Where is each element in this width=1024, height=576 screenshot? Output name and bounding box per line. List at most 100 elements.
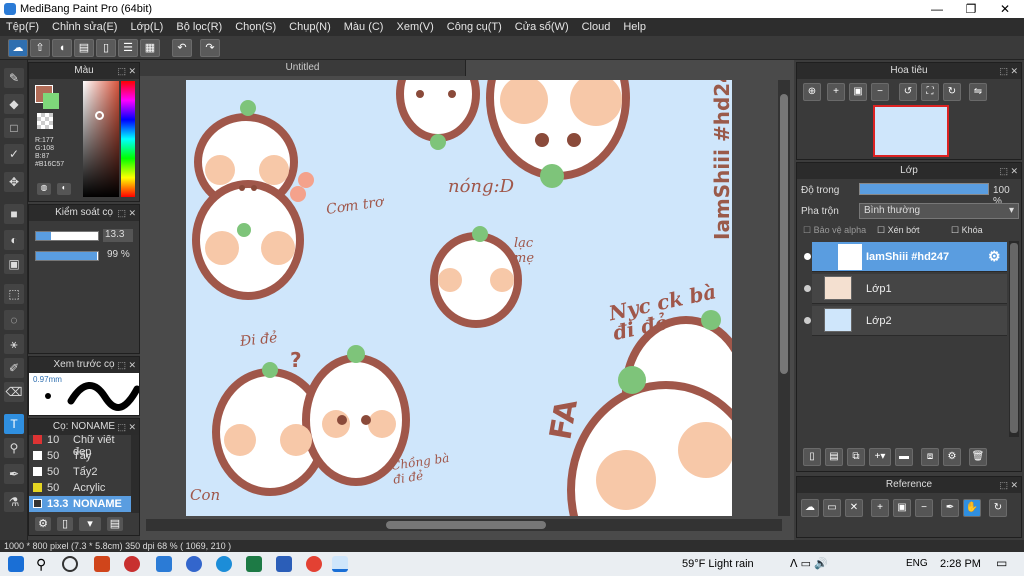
merge-layer-icon[interactable]: ⧈ [921, 448, 939, 466]
brush-size-slider[interactable] [35, 231, 99, 241]
magic-wand-icon[interactable]: ⚹ [4, 334, 24, 354]
excel-icon[interactable] [246, 556, 262, 572]
menu-snap[interactable]: Chụp(N) [289, 21, 331, 33]
tray-icons[interactable]: ᐱ ▭ 🔊 [790, 557, 828, 570]
menu-select[interactable]: Chọn(S) [235, 21, 276, 33]
blend-mode-select[interactable]: Bình thường ▾ [859, 203, 1019, 219]
brush-item[interactable]: 50 Tẩy [29, 448, 131, 464]
brush-item[interactable]: 50 Acrylic [29, 480, 131, 496]
lasso-tool-icon[interactable]: ◌ [4, 310, 24, 330]
chrome-icon[interactable] [306, 556, 322, 572]
visibility-eye-icon[interactable] [804, 317, 811, 324]
task-view-icon[interactable] [62, 556, 78, 572]
language-indicator[interactable]: ENG [906, 558, 928, 569]
duplicate-layer-icon[interactable]: ⧉ [847, 448, 865, 466]
artboard[interactable]: Cơm trơ nóng:D lạc mẹ Đi đẻ ? Nyc ck bà … [186, 80, 732, 516]
rotate-right-icon[interactable]: ↻ [943, 83, 961, 101]
weather-widget[interactable]: 59°F Light rain [682, 558, 754, 570]
reference-cloud-icon[interactable]: ☁ [801, 499, 819, 517]
menu-tools[interactable]: Công cụ(T) [447, 21, 502, 33]
menu-edit[interactable]: Chỉnh sửa(E) [52, 21, 117, 33]
eyedropper-tool-icon[interactable]: ⚗ [4, 492, 24, 512]
cloud-icon[interactable]: ☁ [8, 39, 28, 57]
hue-slider[interactable] [121, 81, 135, 197]
clock[interactable]: 2:28 PM [940, 558, 981, 570]
menu-file[interactable]: Tệp(F) [6, 21, 39, 33]
document-icon[interactable]: ▯ [96, 39, 116, 57]
palette-icon[interactable]: ◍ [37, 183, 51, 195]
minimize-button[interactable]: — [920, 0, 954, 18]
restore-button[interactable]: ❐ [954, 0, 988, 18]
reference-zoom-out-icon[interactable]: − [915, 499, 933, 517]
search-icon[interactable]: ⚲ [36, 556, 52, 572]
menu-layer[interactable]: Lớp(L) [130, 21, 163, 33]
reference-dropper-icon[interactable]: ✒ [941, 499, 959, 517]
app-icon-red[interactable] [124, 556, 140, 572]
menu-window[interactable]: Cửa sổ(W) [515, 21, 569, 33]
comment-icon[interactable]: ▤ [74, 39, 94, 57]
fill-rect-tool-icon[interactable]: ■ [4, 204, 24, 224]
brush-tool-icon[interactable]: ✎ [4, 68, 24, 88]
chat-icon[interactable]: ◖ [52, 39, 72, 57]
rotate-left-icon[interactable]: ↺ [899, 83, 917, 101]
powerpoint-icon[interactable] [94, 556, 110, 572]
zoom-fit-icon[interactable]: ⊕ [803, 83, 821, 101]
operation-tool-icon[interactable]: ⚲ [4, 438, 24, 458]
document-tab[interactable]: Untitled [140, 60, 466, 76]
add-brush-icon[interactable]: ▾ [79, 517, 101, 531]
zoom-in-icon[interactable]: + [827, 83, 845, 101]
new-layer-icon[interactable]: ▯ [803, 448, 821, 466]
visibility-eye-icon[interactable] [804, 253, 811, 260]
navigator-thumbnail[interactable] [873, 105, 949, 157]
brush-size-value[interactable]: 13.3 [103, 229, 133, 242]
protect-alpha-checkbox[interactable]: ☐ Bảo vệ alpha [803, 225, 866, 236]
layer-settings-icon[interactable]: ⚙ [943, 448, 961, 466]
secondary-color-swatch[interactable] [43, 93, 59, 109]
grid-icon[interactable]: ▦ [140, 39, 160, 57]
new-halftone-layer-icon[interactable]: ▤ [825, 448, 843, 466]
word-icon[interactable] [276, 556, 292, 572]
reference-zoom-in-icon[interactable]: + [871, 499, 889, 517]
color-wheel-icon[interactable]: ◐ [57, 183, 71, 195]
fit-screen-icon[interactable]: ▣ [849, 83, 867, 101]
lock-checkbox[interactable]: ☐ Khóa [951, 225, 983, 236]
visibility-eye-icon[interactable] [804, 285, 811, 292]
select-tool-icon[interactable]: ⬚ [4, 284, 24, 304]
menu-color[interactable]: Màu (C) [344, 21, 384, 33]
layer-opacity-slider[interactable] [859, 183, 989, 195]
brush-item[interactable]: 50 Tẩy2 [29, 464, 131, 480]
folder-icon[interactable]: ▬ [895, 448, 913, 466]
layer-row[interactable]: IamShiii #hd247 ⚙ [804, 242, 1007, 272]
saturation-box[interactable] [83, 81, 119, 197]
edge-icon[interactable] [186, 556, 202, 572]
brush-props-icon[interactable]: ▤ [107, 517, 123, 531]
layer-list-scrollbar[interactable] [1009, 241, 1019, 437]
reference-rotate-icon[interactable]: ↻ [989, 499, 1007, 517]
menu-help[interactable]: Help [623, 21, 646, 33]
monitor-icon[interactable] [156, 556, 172, 572]
transparent-swatch[interactable] [37, 113, 53, 129]
medibang-taskbar-icon[interactable] [332, 556, 348, 572]
notification-icon[interactable]: ▭ [996, 556, 1007, 570]
eraser-tool-icon[interactable]: ◆ [4, 94, 24, 114]
pen-tool-icon[interactable]: ✓ [4, 144, 24, 164]
bucket-tool-icon[interactable]: ◐ [4, 230, 24, 250]
select-pen-icon[interactable]: ✐ [4, 358, 24, 378]
delete-layer-icon[interactable]: 🗑 [969, 448, 987, 466]
flip-icon[interactable]: ⇋ [969, 83, 987, 101]
redo-icon[interactable]: ↷ [200, 39, 220, 57]
text-tool-icon[interactable]: T [4, 414, 24, 434]
select-eraser-icon[interactable]: ⌫ [4, 382, 24, 402]
brush-opacity-slider[interactable] [35, 251, 99, 261]
brush-settings-icon[interactable]: ⚙ [35, 517, 51, 531]
upload-icon[interactable]: ⇧ [30, 39, 50, 57]
rect-tool-icon[interactable]: □ [4, 118, 24, 138]
list-icon[interactable]: ☰ [118, 39, 138, 57]
start-icon[interactable] [8, 556, 24, 572]
reference-fit-icon[interactable]: ▣ [893, 499, 911, 517]
new-brush-icon[interactable]: ▯ [57, 517, 73, 531]
clipping-checkbox[interactable]: ☐ Xén bớt [877, 225, 920, 236]
reference-open-icon[interactable]: ▭ [823, 499, 841, 517]
close-button[interactable]: ✕ [988, 0, 1022, 18]
undo-icon[interactable]: ↶ [172, 39, 192, 57]
